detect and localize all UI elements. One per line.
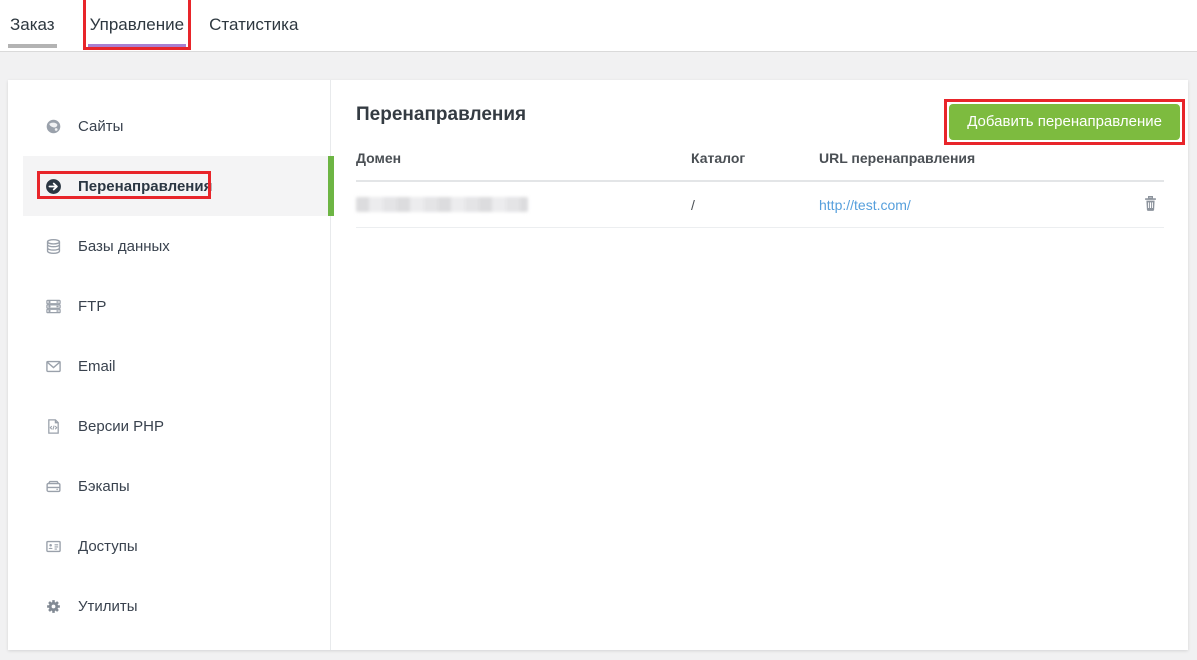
column-header-domain: Домен [356,150,402,166]
redacted-domain [356,197,528,212]
sidebar-item-email[interactable]: Email [23,336,330,396]
actions-cell [1122,195,1164,215]
tab-underline [87,44,187,48]
sidebar-item-label: Доступы [78,537,138,555]
sidebar-item-databases[interactable]: Базы данных [23,216,330,276]
top-tab-bar: Заказ Управление Статистика [0,0,1197,52]
globe-icon [45,118,62,135]
trash-icon[interactable] [1143,195,1158,212]
sidebar-item-label: Базы данных [78,237,170,255]
tabs: Заказ Управление Статистика [0,0,1197,51]
sidebar-item-label: FTP [78,297,107,315]
hard-drive-icon [45,478,62,495]
database-icon [45,238,62,255]
column-header-catalog: Каталог [691,150,746,166]
tab-underline [8,44,57,48]
server-icon [45,298,62,315]
url-cell: http://test.com/ [819,197,1122,213]
sidebar-item-label: Перенаправления [78,177,213,195]
sidebar-item-redirects[interactable]: Перенаправления [23,156,334,216]
sidebar-item-php-versions[interactable]: Версии PHP [23,396,330,456]
add-redirect-button-wrap: Добавить перенаправление [944,99,1185,145]
sidebar-item-label: Бэкапы [78,477,130,495]
tab-management[interactable]: Управление [82,0,192,51]
tab-label: Заказ [10,15,55,34]
main-panel: Сайты Перенаправления Базы данных FTP Em… [8,80,1188,650]
domain-cell [356,197,691,212]
tab-label: Управление [89,15,185,34]
sidebar-item-backups[interactable]: Бэкапы [23,456,330,516]
sidebar-item-label: Версии PHP [78,417,164,435]
sidebar-item-access[interactable]: Доступы [23,516,330,576]
id-card-icon [45,538,62,555]
tab-order[interactable]: Заказ [8,0,57,51]
add-redirect-button[interactable]: Добавить перенаправление [949,104,1180,140]
sidebar-item-label: Email [78,357,116,375]
sidebar-item-label: Утилиты [78,597,138,615]
php-file-icon [45,418,62,435]
sidebar-item-utilities[interactable]: Утилиты [23,576,330,636]
catalog-cell: / [691,196,695,213]
sidebar: Сайты Перенаправления Базы данных FTP Em… [8,80,334,650]
sidebar-item-sites[interactable]: Сайты [23,96,330,156]
redirects-table: Домен Каталог URL перенаправления / http… [356,136,1164,228]
redirect-url-link[interactable]: http://test.com/ [819,197,911,213]
table-row: / http://test.com/ [356,182,1164,228]
sidebar-item-ftp[interactable]: FTP [23,276,330,336]
column-header-redirect-url: URL перенаправления [819,150,976,166]
arrow-circle-right-icon [45,178,62,195]
envelope-icon [45,358,62,375]
sidebar-item-label: Сайты [78,117,124,135]
gear-icon [45,598,62,615]
table-header-row: Домен Каталог URL перенаправления [356,136,1164,182]
content-area: Перенаправления Добавить перенаправление… [332,80,1188,650]
tab-label: Статистика [209,15,299,34]
tab-statistics[interactable]: Статистика [209,0,298,51]
